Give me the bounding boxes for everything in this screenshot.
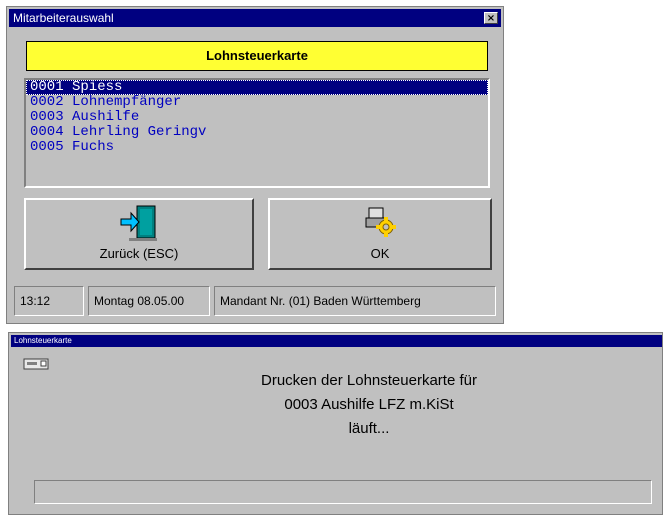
print-message-line1: Drucken der Lohnsteuerkarte für xyxy=(261,372,477,389)
print-progress-window: Lohnsteuerkarte Drucken der Lohnsteuerka… xyxy=(8,332,663,515)
status-time: 13:12 xyxy=(14,286,84,316)
ok-button[interactable]: OK xyxy=(268,198,492,270)
printer-gear-icon xyxy=(365,207,396,237)
close-button[interactable]: × xyxy=(484,12,498,24)
ok-button-label: OK xyxy=(370,246,390,261)
window-title: Mitarbeiterauswahl xyxy=(13,11,114,25)
title-bar[interactable]: Mitarbeiterauswahl × xyxy=(9,9,501,27)
status-mandant: Mandant Nr. (01) Baden Württemberg xyxy=(214,286,496,316)
employee-name: Fuchs xyxy=(72,139,115,155)
employee-id: 0001 xyxy=(30,79,64,95)
list-item[interactable]: 0005 Fuchs xyxy=(26,140,488,155)
employee-id: 0002 xyxy=(30,94,64,110)
employee-id: 0005 xyxy=(30,139,64,155)
print-window-title: Lohnsteuerkarte xyxy=(14,336,72,345)
employee-id: 0004 xyxy=(30,124,64,140)
exit-door-icon xyxy=(120,205,157,241)
list-item[interactable]: 0002 Lohnempfänger xyxy=(26,95,488,110)
page-banner: Lohnsteuerkarte xyxy=(26,41,488,71)
print-message-line2: 0003 Aushilfe LFZ m.KiSt xyxy=(284,396,454,413)
back-button[interactable]: Zurück (ESC) xyxy=(24,198,254,270)
back-button-label: Zurück (ESC) xyxy=(99,246,179,261)
list-item[interactable]: 0004 Lehrling Geringv xyxy=(26,125,488,140)
employee-name: Spiess xyxy=(72,79,123,95)
print-message-line3: läuft... xyxy=(348,420,390,437)
list-item[interactable]: 0003 Aushilfe xyxy=(26,110,488,125)
print-progress-bar xyxy=(34,480,652,504)
employee-name: Lehrling Geringv xyxy=(72,124,207,140)
status-date: Montag 08.05.00 xyxy=(88,286,210,316)
employee-name: Lohnempfänger xyxy=(72,94,182,110)
employee-name: Aushilfe xyxy=(72,109,140,125)
printer-icon xyxy=(23,358,49,370)
list-item[interactable]: 0001 Spiess xyxy=(26,80,488,95)
employee-list[interactable]: 0001 Spiess 0002 Lohnempfänger 0003 Aushil… xyxy=(24,78,490,188)
employee-id: 0003 xyxy=(30,109,64,125)
print-window-title-bar[interactable]: Lohnsteuerkarte xyxy=(11,335,662,347)
